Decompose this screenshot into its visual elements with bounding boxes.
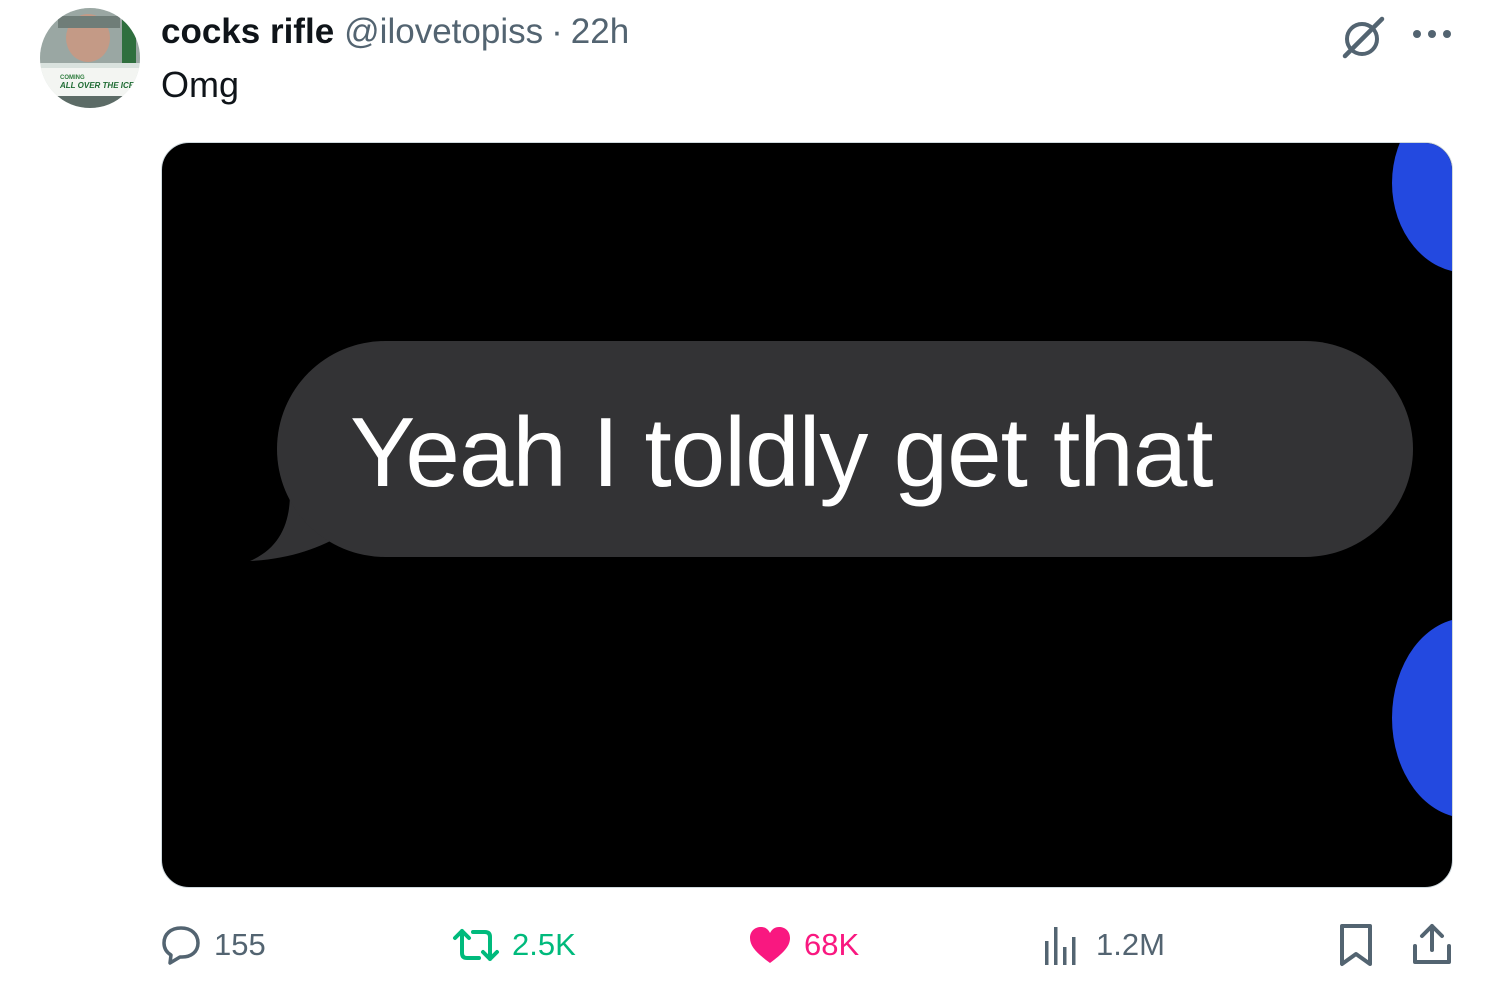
- message-text: Yeah I toldly get that: [350, 397, 1213, 507]
- blue-accent-shape-top: [1392, 143, 1452, 273]
- bookmark-button[interactable]: [1336, 920, 1376, 970]
- tweet-media[interactable]: Yeah I toldly get that: [161, 142, 1453, 888]
- tweet-text: Omg: [161, 64, 240, 105]
- retweet-button[interactable]: 2.5K: [452, 920, 576, 970]
- retweet-icon: [453, 929, 499, 961]
- like-count: 68K: [804, 927, 860, 962]
- tweet[interactable]: COMING ALL OVER THE ICE cocks rifle @ilo…: [0, 0, 1492, 992]
- header-separator: ·: [551, 12, 563, 51]
- blue-accent-shape-bottom: [1392, 618, 1452, 818]
- bookmark-icon: [1340, 924, 1372, 966]
- more-icon[interactable]: [1408, 14, 1456, 54]
- user-handle[interactable]: @ilovetopiss: [344, 12, 543, 52]
- like-icon: [750, 927, 790, 963]
- share-icon: [1413, 924, 1451, 964]
- views-count: 1.2M: [1096, 927, 1165, 962]
- views-button[interactable]: 1.2M: [1040, 920, 1165, 970]
- retweet-count: 2.5K: [512, 927, 576, 962]
- reply-button[interactable]: 155: [160, 920, 266, 970]
- timestamp[interactable]: 22h: [571, 12, 629, 52]
- share-button[interactable]: [1410, 920, 1454, 970]
- reply-count: 155: [214, 927, 266, 962]
- views-icon: [1045, 927, 1076, 965]
- display-name[interactable]: cocks rifle: [161, 12, 334, 52]
- tweet-header: cocks rifle @ilovetopiss · 22h: [161, 10, 629, 54]
- avatar-banner-large: ALL OVER THE ICE: [59, 81, 135, 90]
- like-button[interactable]: 68K: [748, 920, 859, 970]
- reply-icon: [162, 926, 200, 965]
- grok-icon[interactable]: [1340, 14, 1388, 62]
- avatar[interactable]: COMING ALL OVER THE ICE: [40, 8, 140, 108]
